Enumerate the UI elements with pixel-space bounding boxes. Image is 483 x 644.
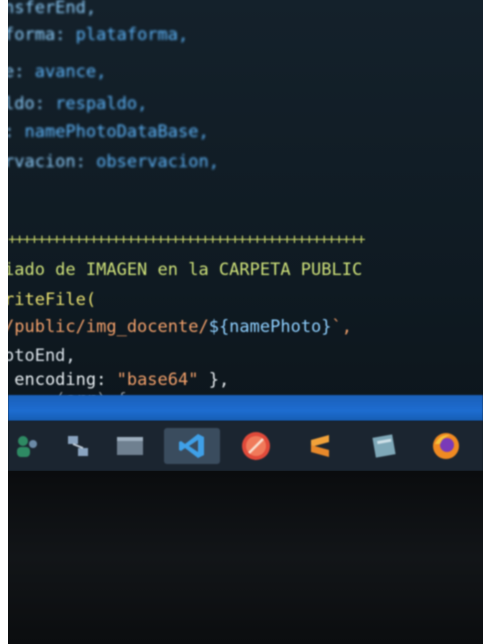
firefox-icon[interactable] [428, 428, 464, 464]
notepad-icon[interactable] [366, 428, 402, 464]
people-icon[interactable] [10, 428, 46, 464]
code-line: riteFile( [8, 290, 97, 310]
code-line: : namePhotoDataBase, [8, 122, 209, 142]
code-line: rvacion: observacion, [8, 152, 219, 172]
photo-of-monitor: nsferEnd, forma: plataforma, e: avance, … [8, 0, 483, 644]
code-line: e: avance, [8, 62, 107, 82]
monitor-screen: nsferEnd, forma: plataforma, e: avance, … [8, 0, 483, 471]
code-line: otoEnd, [8, 346, 76, 366]
sublime-icon[interactable] [302, 428, 338, 464]
comment-separator: ++++++++++++++++++++++++++++++++++++++++… [8, 232, 366, 246]
network-icon[interactable] [60, 428, 96, 464]
code-line: nsferEnd, [8, 0, 97, 18]
code-line: ldo: respaldo, [8, 94, 148, 114]
windows-taskbar [8, 421, 483, 471]
code-line: forma: plataforma, [8, 25, 189, 45]
code-line: /public/img_docente/${namePhoto}`, [8, 317, 353, 337]
vscode-icon[interactable] [164, 428, 220, 464]
window-icon[interactable] [112, 428, 148, 464]
monitor-bezel [8, 471, 483, 644]
opera-icon[interactable] [238, 428, 274, 464]
comment-line: iado de IMAGEN en la CARPETA PUBLIC [8, 260, 363, 280]
editor-status-bar [8, 395, 483, 421]
